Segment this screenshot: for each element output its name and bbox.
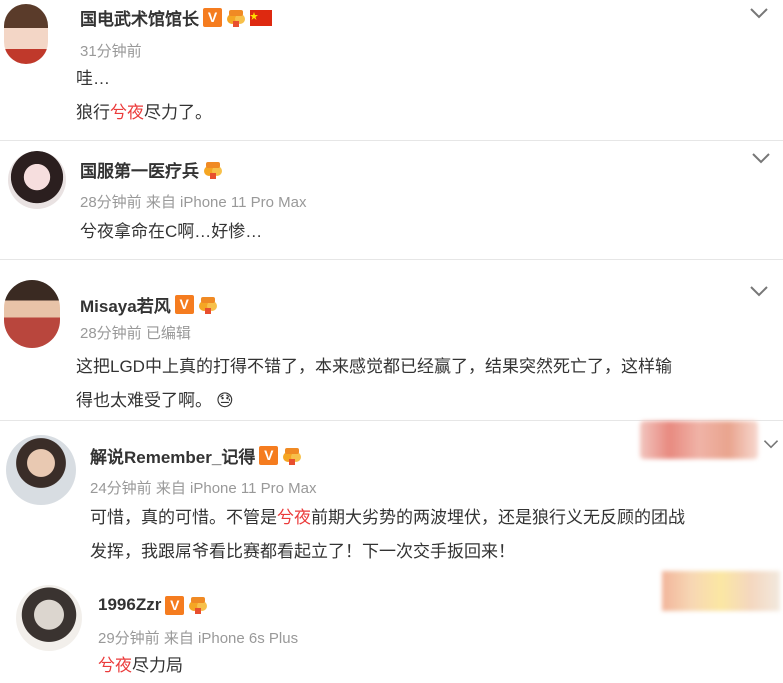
comment-item: 国服第一医疗兵 28分钟前 来自 iPhone 11 Pro Max 兮夜拿命在… (0, 141, 783, 259)
timestamp: 24分钟前 来自 iPhone 11 Pro Max (90, 480, 317, 497)
username[interactable]: 国服第一医疗兵 (80, 157, 199, 182)
avatar[interactable] (8, 151, 66, 209)
comment-line: 发挥，我跟屌爷看比赛都看起立了！下一次交手扳回来！ (90, 542, 515, 561)
fan-badge-icon (227, 9, 245, 27)
comment-line: 得也太难受了啊。 😓 (76, 391, 234, 410)
avatar[interactable] (16, 585, 82, 651)
avatar[interactable] (6, 435, 76, 505)
china-flag-icon (250, 9, 272, 26)
comment-text: 这把LGD中上真的打得不错了，本来感觉都已经赢了，结果突然死亡了，这样输 得也太… (76, 350, 776, 418)
redacted-overlay (662, 571, 780, 611)
comment-line: 狼行兮夜尽力了。 (76, 103, 212, 122)
username[interactable]: 国电武术馆馆长 (80, 5, 199, 30)
verified-badge-icon: V (174, 295, 194, 314)
fan-badge-icon (198, 296, 217, 314)
verified-badge-icon: V (203, 8, 222, 27)
redacted-overlay (640, 421, 758, 459)
chevron-down-icon[interactable] (762, 437, 780, 451)
fan-badge-icon (204, 161, 222, 179)
verified-badge-icon: V (165, 595, 185, 615)
comment-line: 这把LGD中上真的打得不错了，本来感觉都已经赢了，结果突然死亡了，这样输 (76, 357, 672, 376)
comment-text: 哇… 狼行兮夜尽力了。 (76, 62, 212, 130)
comment-item: 国电武术馆馆长 V 31分钟前 哇… 狼行兮夜尽力了。 (0, 0, 783, 140)
avatar[interactable] (4, 4, 48, 64)
comment-text: 兮夜尽力局 (98, 656, 183, 675)
comment-item: 1996Zzr V 29分钟前 来自 iPhone 6s Plus 兮夜尽力局 (0, 571, 783, 683)
comment-item: Misaya若风 V 28分钟前 已编辑 这把LGD中上真的打得不错了，本来感觉… (0, 260, 783, 420)
avatar[interactable] (4, 280, 60, 348)
chevron-down-icon[interactable] (748, 6, 770, 20)
comment-line: 哇… (76, 69, 110, 88)
verified-badge-icon: V (259, 446, 279, 465)
chevron-down-icon[interactable] (748, 284, 770, 298)
timestamp: 28分钟前 已编辑 (80, 325, 191, 342)
timestamp: 31分钟前 (80, 43, 142, 60)
username[interactable]: 1996Zzr (98, 595, 161, 615)
username[interactable]: 解说Remember_记得 (90, 443, 255, 468)
timestamp: 29分钟前 来自 iPhone 6s Plus (98, 630, 299, 647)
comment-item: 解说Remember_记得 V 24分钟前 来自 iPhone 11 Pro M… (0, 421, 783, 571)
chevron-down-icon[interactable] (750, 151, 772, 165)
fan-badge-icon (189, 597, 208, 614)
sweat-emoji-icon: 😓 (216, 391, 234, 410)
fan-badge-icon (283, 447, 302, 465)
comment-line: 可惜，真的可惜。不管是兮夜前期大劣势的两波埋伏，还是狼行义无反顾的团战 (90, 508, 685, 527)
username[interactable]: Misaya若风 (80, 292, 171, 317)
comment-text: 可惜，真的可惜。不管是兮夜前期大劣势的两波埋伏，还是狼行义无反顾的团战 发挥，我… (90, 501, 775, 569)
timestamp: 28分钟前 来自 iPhone 11 Pro Max (80, 194, 307, 211)
comment-text: 兮夜拿命在C啊…好惨… (80, 222, 263, 241)
